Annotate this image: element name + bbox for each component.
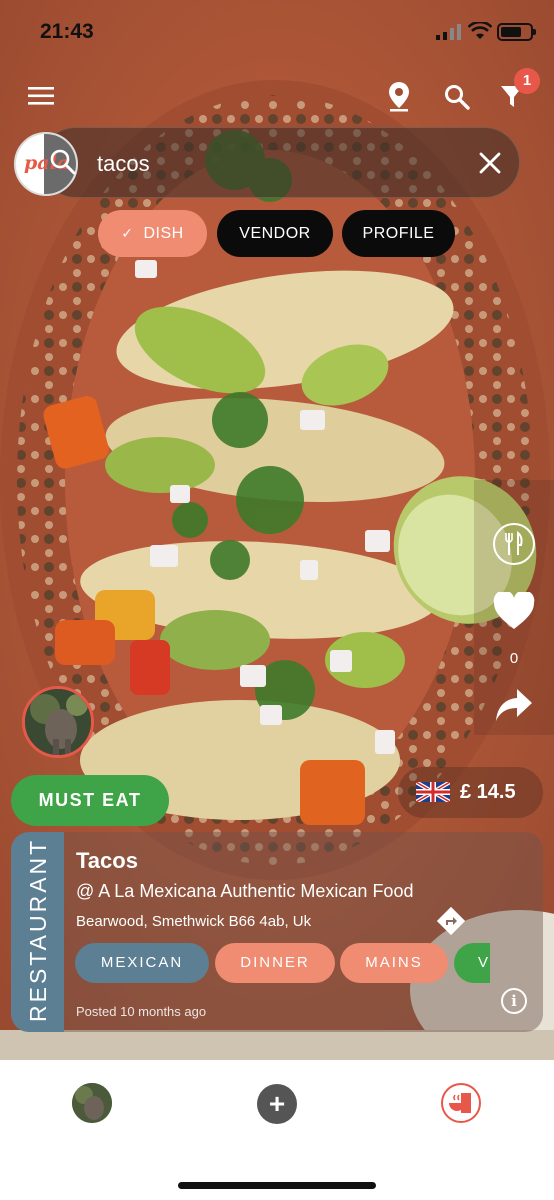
check-icon: ✓ [121, 225, 134, 241]
chip-dish[interactable]: ✓ DISH [98, 210, 207, 257]
status-bar: 21:43 [0, 0, 554, 60]
dish-name: Tacos [76, 848, 138, 873]
category-label: RESTAURANT [25, 837, 51, 1022]
chip-vendor-label: VENDOR [239, 225, 311, 242]
tag-v[interactable]: V [454, 943, 490, 983]
posted-time: Posted 10 months ago [76, 1004, 207, 1019]
category-strip: RESTAURANT [11, 832, 64, 1032]
battery-icon [497, 23, 536, 41]
search-input[interactable]: tacos [97, 151, 150, 177]
uk-flag-icon [414, 780, 452, 804]
tag-list: MEXICAN DINNER MAINS V [75, 943, 490, 983]
search-icon[interactable] [444, 84, 470, 115]
bottom-tab-bar [0, 1060, 554, 1200]
utensils-icon[interactable] [493, 523, 535, 565]
directions-icon[interactable] [436, 906, 466, 941]
tab-profile-avatar[interactable] [72, 1083, 112, 1123]
chip-profile-label: PROFILE [362, 225, 435, 242]
search-field-icon [49, 148, 77, 181]
vendor-link[interactable]: @ A La Mexicana Authentic Mexican Food [76, 881, 413, 902]
tag-dinner[interactable]: DINNER [215, 943, 335, 983]
info-icon[interactable]: i [501, 988, 527, 1014]
chip-vendor[interactable]: VENDOR [217, 210, 333, 257]
price-label: £ 14.5 [460, 781, 516, 803]
address-text: Bearwood, Smethwick B66 4ab, Uk [76, 913, 312, 930]
menu-icon[interactable] [28, 85, 54, 107]
tab-food-icon[interactable] [441, 1083, 481, 1123]
add-icon[interactable]: + [257, 1084, 297, 1124]
chip-dish-label: DISH [143, 225, 184, 242]
location-pin-icon[interactable] [387, 82, 411, 117]
heart-icon[interactable] [493, 590, 535, 635]
tag-mains[interactable]: MAINS [340, 943, 448, 983]
chip-profile[interactable]: PROFILE [342, 210, 455, 257]
tag-mexican[interactable]: MEXICAN [75, 943, 209, 983]
signal-icon [436, 24, 462, 45]
share-icon[interactable] [495, 688, 533, 727]
home-indicator [178, 1182, 376, 1189]
filter-count-badge: 1 [514, 68, 540, 94]
close-icon[interactable] [478, 151, 502, 180]
status-time: 21:43 [40, 20, 94, 43]
must-eat-badge: MUST EAT [11, 775, 169, 826]
like-count: 0 [509, 650, 519, 667]
wifi-icon [467, 20, 493, 45]
author-avatar[interactable] [22, 686, 94, 758]
